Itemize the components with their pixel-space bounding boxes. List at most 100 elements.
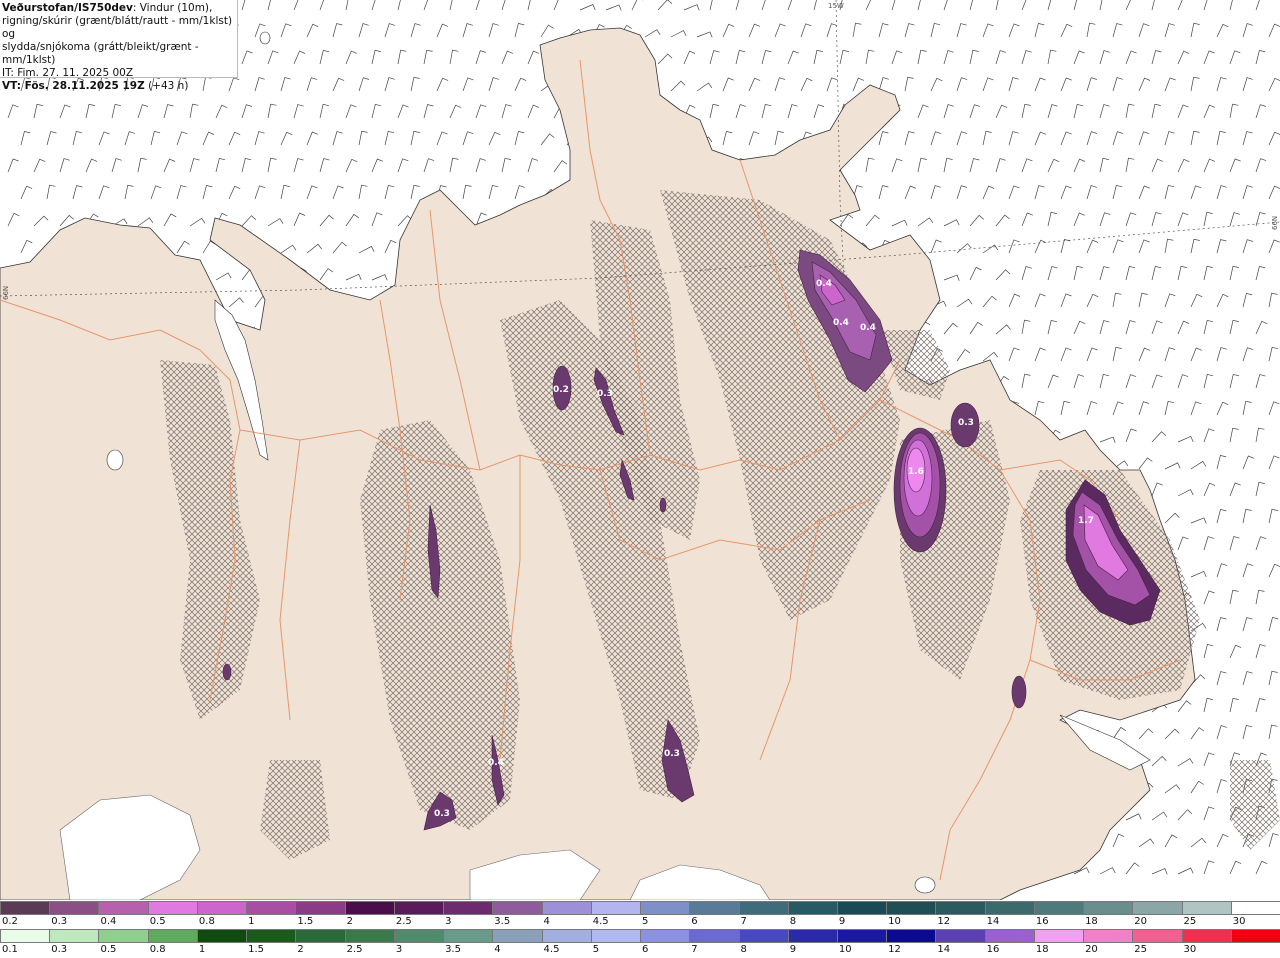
legend-label: 18 [1035,944,1049,955]
legend-swatch [738,901,789,915]
legend-swatch [689,901,740,915]
precip-value: 0.4 [816,279,832,289]
legend-swatch [590,929,642,943]
legend-swatch [246,901,297,915]
legend-swatch [196,929,248,943]
legend-swatch [492,929,543,943]
legend-swatch [935,901,986,915]
legend-label: 25 [1183,916,1197,927]
legend-label: 2 [346,916,353,927]
legend-swatch [1033,929,1085,943]
legend-label: 6 [642,944,649,955]
legend-swatch [196,901,248,915]
precip-value: 0.4 [488,758,504,768]
legend-label: 4 [494,944,501,955]
legend-swatch [1181,929,1232,943]
legend-swatch [393,901,445,915]
legend-swatch [541,929,592,943]
legend-label: 14 [986,916,1000,927]
legend-swatch [1181,901,1232,915]
legend-snow-labels: 0.2 0.3 0.4 0.5 0.8 1 1.5 2 2.5 3 3.5 4 4.5 5 6 7 8 9 10 12… [0,916,1280,928]
legend-swatch [1083,901,1134,915]
legend-label: 3.5 [445,944,461,955]
legend-label: 7 [691,944,698,955]
legend-label: 30 [1232,916,1246,927]
legend-swatch [393,929,445,943]
legend-swatch [640,929,691,943]
legend-swatch [443,929,494,943]
precip-value: 0.2 [553,385,569,395]
legend-label: 1.5 [297,916,314,927]
legend-label: 0.3 [51,916,68,927]
legend-label: 10 [838,944,852,955]
legend-label: 0.1 [2,944,18,955]
legend-label: 3 [395,944,403,955]
legend-label: 2 [297,944,304,955]
forecast-offset: (+43 h) [144,80,189,92]
legend-swatch [344,929,395,943]
legend-label: 4 [543,916,550,927]
legend-swatch [1230,901,1280,915]
legend-label: 0.2 [2,916,18,927]
precip-value: 0.4 [833,318,849,328]
legend-label: 2.5 [395,916,412,927]
precip-value: 0.4 [860,323,876,333]
legend-swatch [1230,929,1280,943]
legend-label: 12 [937,916,951,927]
legend-label: 25 [1134,944,1148,955]
lat-label-right: 66N [1271,216,1279,230]
lat-label-left: 66N [2,286,10,300]
legend-swatch [0,929,51,943]
legend-label: 0.8 [198,916,215,927]
legend-label: 7 [740,916,747,927]
precip-value: 0.3 [434,809,450,819]
lon-label: 15W [828,2,844,10]
legend-swatch [246,929,297,943]
legend-label: 4.5 [592,916,609,927]
legend-label: 5 [592,944,600,955]
legend-swatch [836,901,888,915]
legend-label: 1 [198,944,206,955]
legend-label: 18 [1085,916,1098,927]
legend-label: 14 [937,944,951,955]
legend-label: 1 [248,916,255,927]
precip-value: 0.3 [664,749,680,759]
legend-swatch [147,901,198,915]
legend-swatch [295,929,346,943]
legend-swatch [935,929,986,943]
legend-label: 0.8 [149,944,166,955]
legend-label: 0.3 [51,944,68,955]
legend-swatch [1033,901,1085,915]
legend-label: 10 [888,916,901,927]
variable-desc-line2: rigning/skúrir (grænt/blátt/rautt - mm/1… [2,15,233,40]
legend-swatch [886,901,937,915]
legend-swatch [984,929,1035,943]
legend-label: 3 [445,916,452,927]
legend-swatch [147,929,198,943]
legend-snow-colorbar [0,901,1280,915]
legend-label: 6 [691,916,698,927]
legend-label: 30 [1183,944,1197,955]
legend-label: 0.5 [149,916,166,927]
legend-swatch [541,901,592,915]
legend-swatch [640,901,691,915]
weather-map: 15W 66N 66N 0.4 0.4 0.4 0.3 1.6 1.7 0.2 … [0,0,1280,900]
legend-label: 5 [642,916,649,927]
legend-swatch [836,929,888,943]
legend-swatch [98,929,149,943]
legend-swatch [1132,929,1183,943]
legend-label: 16 [986,944,1000,955]
legend-rain-labels: 0.1 0.3 0.5 0.8 1 1.5 2 2.5 3 3.5 4 4.5 5 6 7 8 9 10 12 14 1… [0,944,1280,956]
legend-rain-colorbar [0,929,1280,943]
model-source: Veðurstofan/IS750dev [2,2,133,14]
legend-swatch [886,929,937,943]
legend-label: 8 [740,944,747,955]
legend-swatch [689,929,740,943]
variable-desc: : Vindur (10m), [132,2,213,14]
legend-swatch [49,929,100,943]
legend-label: 8 [789,916,797,927]
legend-label: 0.5 [100,944,117,955]
variable-desc-line3: slydda/snjókoma (grátt/bleikt/grænt - mm… [2,41,199,66]
legend-label: 16 [1035,916,1049,927]
legend-swatch [787,929,838,943]
